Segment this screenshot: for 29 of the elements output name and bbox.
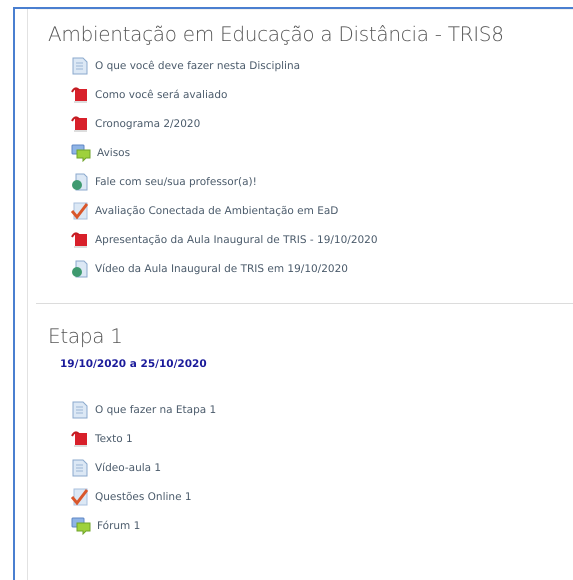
activity-link[interactable]: Texto 1 bbox=[95, 433, 133, 445]
checkmark-icon bbox=[71, 488, 89, 506]
activity-link[interactable]: Como você será avaliado bbox=[95, 89, 228, 101]
activity-link[interactable]: Apresentação da Aula Inaugural de TRIS - 19/10/2020 bbox=[95, 234, 378, 246]
document-icon bbox=[71, 401, 89, 419]
pdf-icon bbox=[71, 430, 89, 448]
chat-bubbles-icon bbox=[71, 144, 91, 162]
activity-link[interactable]: O que você deve fazer nesta Disciplina bbox=[95, 60, 300, 72]
section-title: Ambientação em Educação a Distância - TRIS8 bbox=[48, 22, 505, 46]
activity-link[interactable]: Questões Online 1 bbox=[95, 491, 192, 503]
document-icon bbox=[71, 57, 89, 75]
globe-document-icon bbox=[71, 173, 89, 191]
chat-bubbles-icon bbox=[71, 517, 91, 535]
activity-link[interactable]: Vídeo-aula 1 bbox=[95, 462, 162, 474]
activity-link[interactable]: O que fazer na Etapa 1 bbox=[95, 404, 216, 416]
section-title: Etapa 1 bbox=[48, 324, 124, 348]
date-range: 19/10/2020 a 25/10/2020 bbox=[60, 358, 208, 370]
globe-document-icon bbox=[71, 260, 89, 278]
pdf-icon bbox=[71, 86, 89, 104]
activity-link[interactable]: Fórum 1 bbox=[97, 520, 140, 532]
document-icon bbox=[71, 459, 89, 477]
activity-link[interactable]: Vídeo da Aula Inaugural de TRIS em 19/10/2020 bbox=[95, 263, 348, 275]
pdf-icon bbox=[71, 115, 89, 133]
activity-link[interactable]: Avisos bbox=[97, 147, 130, 159]
activity-link[interactable]: Avaliação Conectada de Ambientação em EaD bbox=[95, 205, 338, 217]
pdf-icon bbox=[71, 231, 89, 249]
activity-link[interactable]: Cronograma 2/2020 bbox=[95, 118, 200, 130]
checkmark-icon bbox=[71, 202, 89, 220]
activity-link[interactable]: Fale com seu/sua professor(a)! bbox=[95, 176, 257, 188]
